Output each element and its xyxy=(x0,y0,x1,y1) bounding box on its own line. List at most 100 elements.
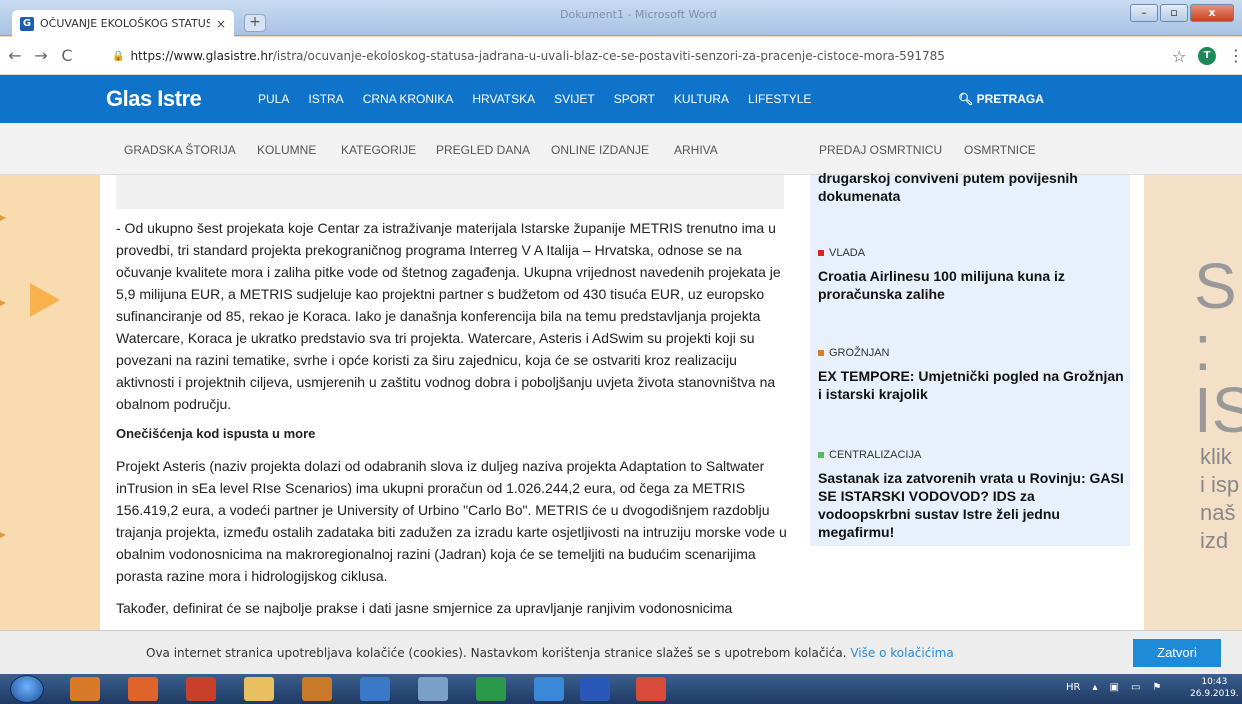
search-label: PRETRAGA xyxy=(976,92,1044,106)
nav-item-svijet[interactable]: SVIJET xyxy=(554,92,595,106)
google-earth-icon[interactable] xyxy=(360,677,390,701)
cookie-close-button[interactable]: Zatvori xyxy=(1133,639,1221,667)
tab-close-icon[interactable]: × xyxy=(216,17,226,31)
nav-item-istra[interactable]: ISTRA xyxy=(308,92,343,106)
internet-explorer-icon[interactable] xyxy=(534,677,564,701)
nav-item-lifestyle[interactable]: LIFESTYLE xyxy=(748,92,811,106)
subnav-kolumne[interactable]: KOLUMNE xyxy=(257,143,316,157)
start-button-icon[interactable] xyxy=(10,675,44,703)
subnav-osmrtnice[interactable]: OSMRTNICE xyxy=(964,143,1036,157)
system-tray: HR ▴ ▣ ▭ ⚑ xyxy=(1066,682,1161,693)
address-bar: ← → C 🔒 https://www.glasistre.hr/istra/o… xyxy=(0,37,1242,75)
lock-icon: 🔒 xyxy=(112,50,125,62)
site-logo[interactable]: Glas Istre xyxy=(106,86,202,112)
url-input[interactable]: 🔒 https://www.glasistre.hr/istra/ocuvanj… xyxy=(112,44,1160,68)
site-main-nav: Glas Istre PULA ISTRA CRNA KRONIKA HRVAT… xyxy=(0,75,1242,123)
chrome-icon[interactable] xyxy=(636,677,666,701)
ad-large-text: S: IS xyxy=(1194,250,1242,446)
browser-titlebar: G OČUVANJE EKOLOŠKOG STATUS × + Dokument… xyxy=(0,0,1242,37)
news-category: GROŽNJAN xyxy=(818,347,1128,359)
ad-small-text: klik i isp naš izd xyxy=(1200,444,1240,553)
monitor-icon[interactable]: ▭ xyxy=(1131,682,1140,693)
gray-placeholder-box xyxy=(116,175,784,209)
system-clock[interactable]: 10:43 26.9.2019. xyxy=(1190,676,1239,700)
bookmark-star-icon[interactable]: ☆ xyxy=(1172,47,1186,66)
site-favicon-icon: G xyxy=(20,16,34,31)
subnav-predaj-osmrtnicu[interactable]: PREDAJ OSMRTNICU xyxy=(819,143,942,157)
sidebar-top-headline[interactable]: drugarskoj conviveni putem povijesnih do… xyxy=(818,169,1118,205)
play-triangle-icon xyxy=(30,283,60,317)
search-icon: 🔍︎ xyxy=(958,92,974,106)
tab-title: OČUVANJE EKOLOŠKOG STATUS xyxy=(40,17,210,30)
window-controls: – ▫ x xyxy=(1130,4,1234,22)
site-sub-nav: GRADSKA ŠTORIJA KOLUMNE KATEGORIJE PREGL… xyxy=(0,123,1242,175)
minimize-button[interactable]: – xyxy=(1130,4,1158,22)
forward-arrow-icon[interactable]: → xyxy=(30,46,52,65)
app-icon[interactable] xyxy=(302,677,332,701)
subnav-pregled-dana[interactable]: PREGLED DANA xyxy=(436,143,530,157)
tray-arrow-icon[interactable]: ▴ xyxy=(1092,682,1097,693)
back-arrow-icon[interactable]: ← xyxy=(4,46,26,65)
profile-avatar[interactable]: T xyxy=(1198,47,1216,65)
arrow-marker-icon xyxy=(0,532,6,538)
main-nav-items: PULA ISTRA CRNA KRONIKA HRVATSKA SVIJET … xyxy=(258,92,830,106)
maximize-button[interactable]: ▫ xyxy=(1160,4,1188,22)
right-ad-banner[interactable]: S: IS klik i isp naš izd xyxy=(1144,175,1242,630)
browser-menu-icon[interactable]: ⋮ xyxy=(1228,46,1242,65)
news-headline[interactable]: Croatia Airlinesu 100 milijuna kuna iz p… xyxy=(818,267,1128,303)
windows-taskbar: HR ▴ ▣ ▭ ⚑ 10:43 26.9.2019. xyxy=(0,674,1242,704)
nav-item-kultura[interactable]: KULTURA xyxy=(674,92,729,106)
subnav-arhiva[interactable]: ARHIVA xyxy=(674,143,718,157)
cookie-message: Ova internet stranica upotrebljava kolač… xyxy=(146,646,954,660)
browser-tab-active[interactable]: G OČUVANJE EKOLOŠKOG STATUS × xyxy=(12,10,234,37)
article-body: - Od ukupno šest projekata koje Centar z… xyxy=(116,217,788,629)
subnav-online-izdanje[interactable]: ONLINE IZDANJE xyxy=(551,143,649,157)
url-path: /istra/ocuvanje-ekoloskog-statusa-jadran… xyxy=(272,49,945,63)
news-headline[interactable]: EX TEMPORE: Umjetnički pogled na Grožnja… xyxy=(818,367,1128,403)
left-ad-banner[interactable] xyxy=(0,175,100,630)
clock-time: 10:43 xyxy=(1201,677,1228,687)
cookie-more-link[interactable]: Više o kolačićima xyxy=(850,646,953,660)
powerpoint-icon[interactable] xyxy=(186,677,216,701)
clock-date: 26.9.2019. xyxy=(1190,689,1239,699)
network-icon[interactable]: ▣ xyxy=(1110,682,1119,693)
nav-item-pula[interactable]: PULA xyxy=(258,92,289,106)
sidebar-news-item[interactable]: GROŽNJAN EX TEMPORE: Umjetnički pogled n… xyxy=(818,347,1128,403)
article-subheading: Onečišćenja kod ispusta u more xyxy=(116,426,316,441)
main-content: - Od ukupno šest projekata koje Centar z… xyxy=(100,170,1144,630)
news-category: CENTRALIZACIJA xyxy=(818,449,1128,461)
sidebar-news-item[interactable]: CENTRALIZACIJA Sastanak iza zatvorenih v… xyxy=(818,449,1128,541)
category-marker-icon xyxy=(818,250,824,256)
article-paragraph: Projekt Asteris (naziv projekta dolazi o… xyxy=(116,458,787,584)
subnav-gradska-storija[interactable]: GRADSKA ŠTORIJA xyxy=(124,143,236,157)
nav-item-hrvatska[interactable]: HRVATSKA xyxy=(472,92,535,106)
search-button[interactable]: 🔍︎ PRETRAGA xyxy=(958,92,1044,106)
excel-icon[interactable] xyxy=(476,677,506,701)
media-player-icon[interactable] xyxy=(128,677,158,701)
related-news-sidebar: drugarskoj conviveni putem povijesnih do… xyxy=(810,170,1130,546)
outlook-icon[interactable] xyxy=(70,677,100,701)
arrow-marker-icon xyxy=(0,300,6,306)
nav-item-sport[interactable]: SPORT xyxy=(614,92,655,106)
new-tab-button[interactable]: + xyxy=(244,14,266,32)
news-category: VLADA xyxy=(818,247,1128,259)
url-host: https://www.glasistre.hr xyxy=(130,49,273,63)
language-indicator[interactable]: HR xyxy=(1066,682,1080,693)
news-headline[interactable]: Sastanak iza zatvorenih vrata u Rovinju:… xyxy=(818,469,1128,541)
calculator-icon[interactable] xyxy=(418,677,448,701)
nav-item-crna-kronika[interactable]: CRNA KRONIKA xyxy=(363,92,454,106)
sidebar-news-item[interactable]: VLADA Croatia Airlinesu 100 milijuna kun… xyxy=(818,247,1128,303)
close-window-button[interactable]: x xyxy=(1190,4,1234,22)
category-marker-icon xyxy=(818,452,824,458)
background-window-title: Dokument1 - Microsoft Word xyxy=(560,8,717,21)
subnav-kategorije[interactable]: KATEGORIJE xyxy=(341,143,416,157)
flag-icon[interactable]: ⚑ xyxy=(1152,682,1161,693)
cookie-consent-bar: Ova internet stranica upotrebljava kolač… xyxy=(0,630,1242,674)
category-marker-icon xyxy=(818,350,824,356)
reload-icon[interactable]: C xyxy=(56,46,78,65)
article-paragraph: - Od ukupno šest projekata koje Centar z… xyxy=(116,220,781,412)
arrow-marker-icon xyxy=(0,215,6,221)
word-icon[interactable] xyxy=(580,677,610,701)
explorer-folder-icon[interactable] xyxy=(244,677,274,701)
article-paragraph: Također, definirat će se najbolje prakse… xyxy=(116,600,733,616)
